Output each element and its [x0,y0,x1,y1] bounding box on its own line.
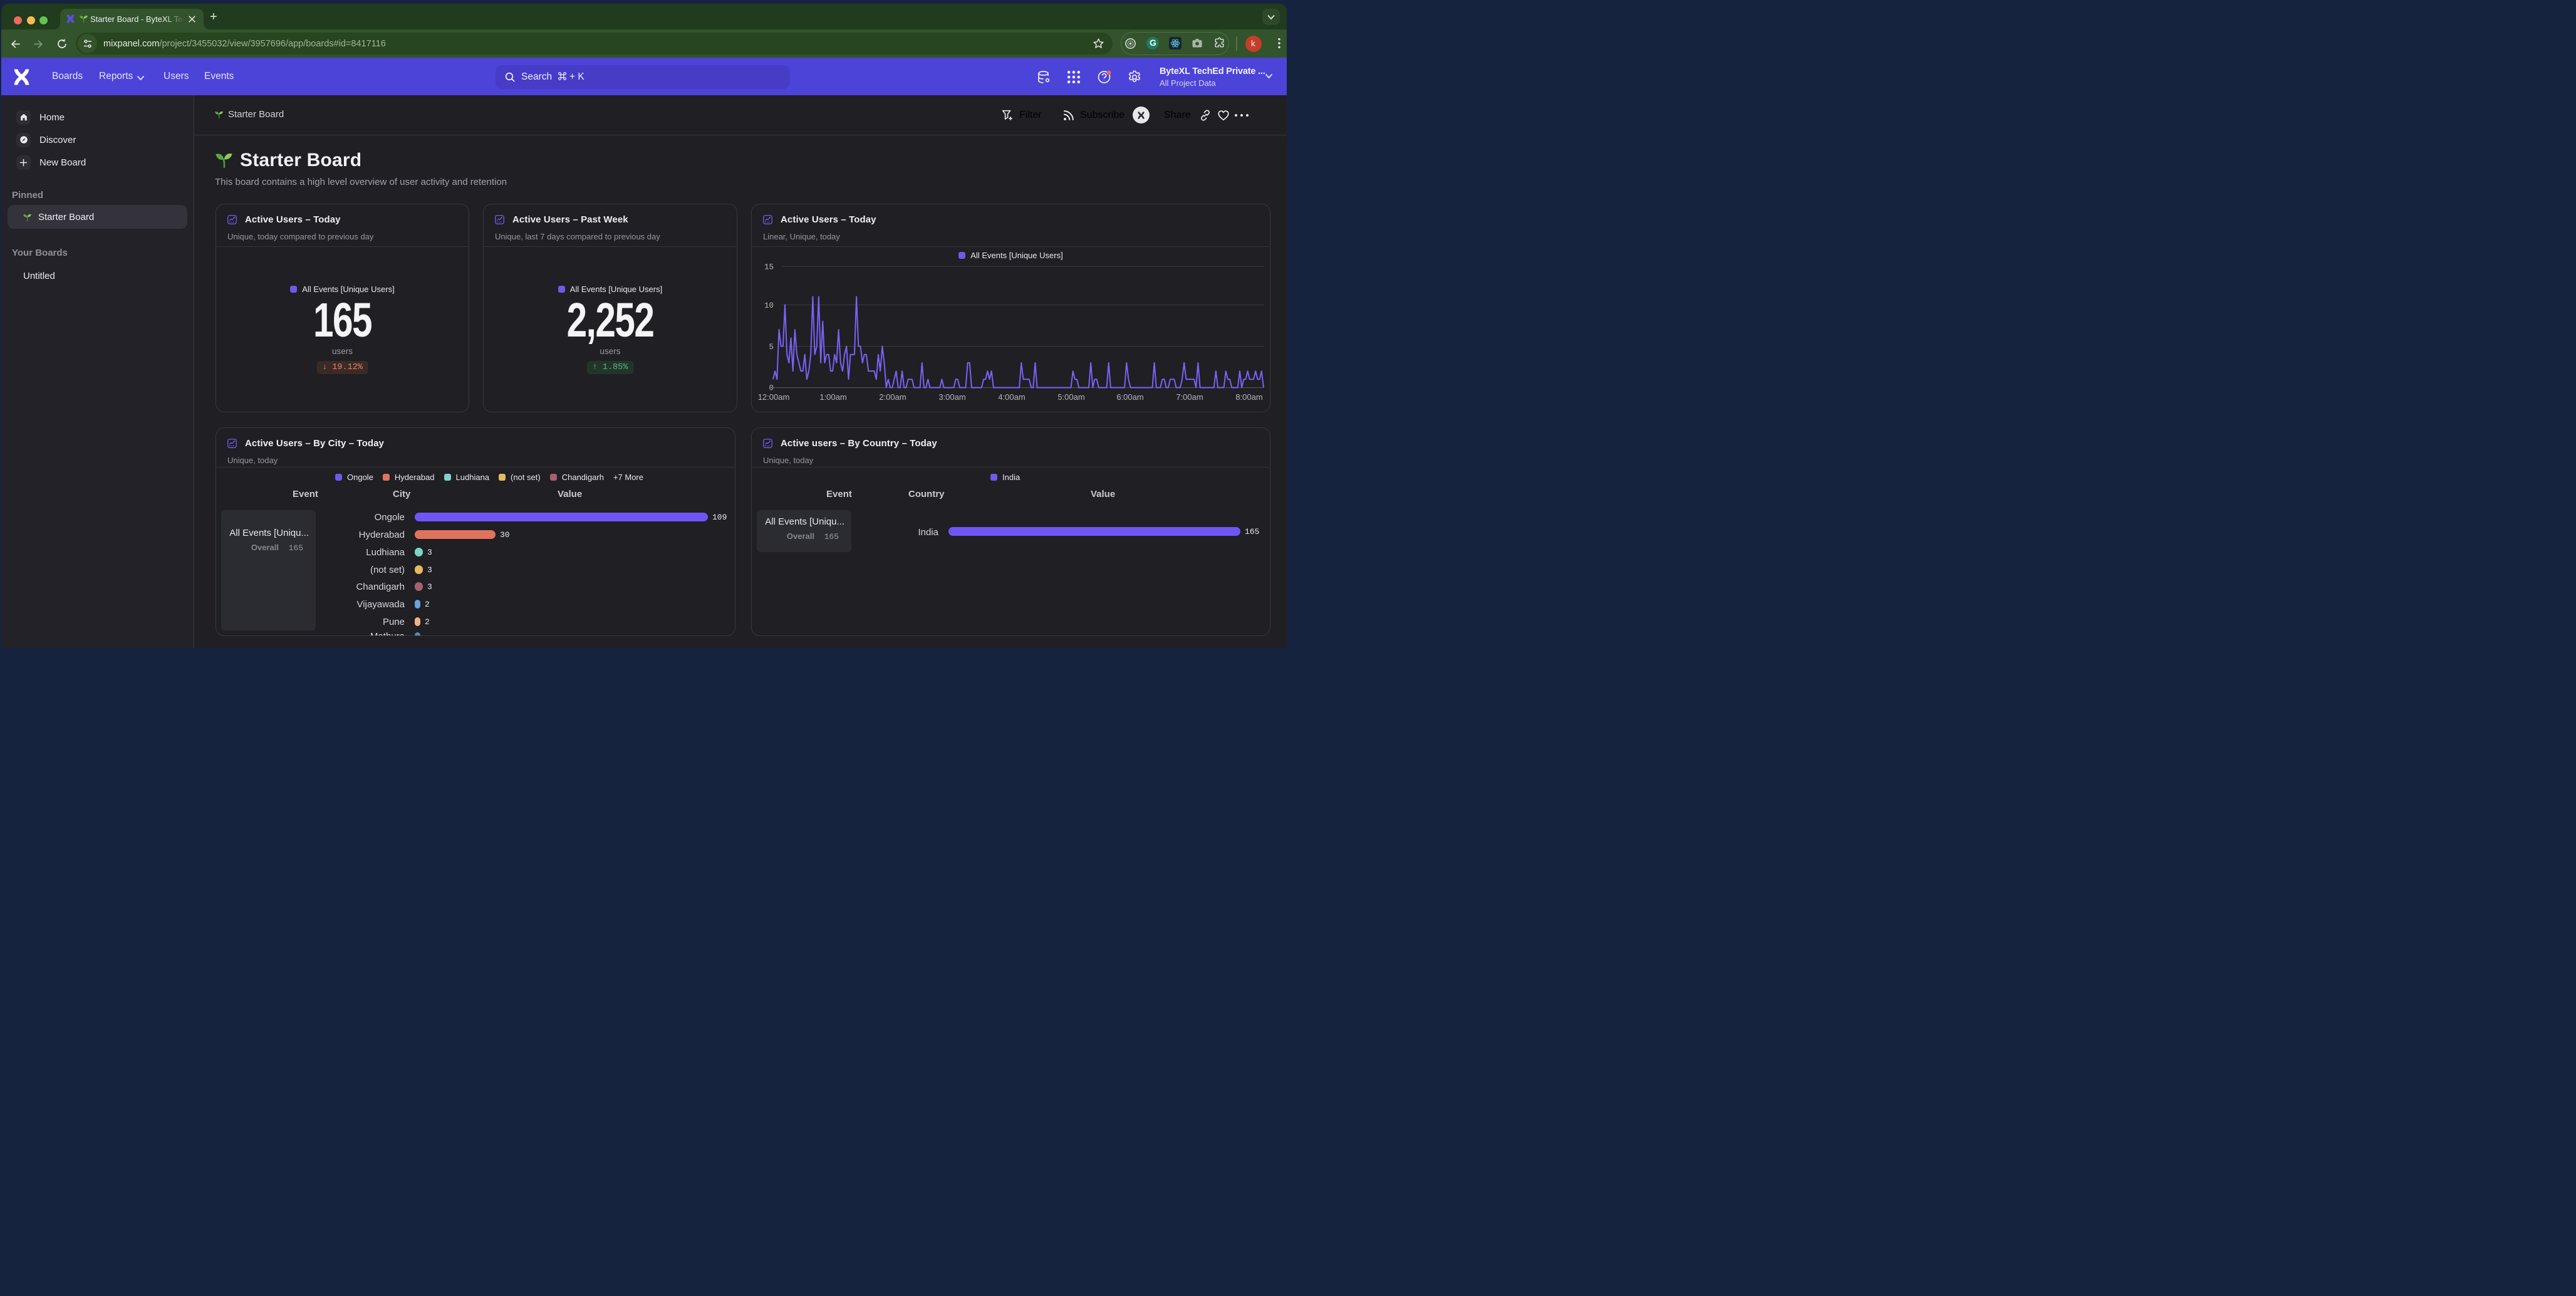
svg-text:3:00am: 3:00am [938,392,965,402]
svg-text:15: 15 [764,263,774,272]
svg-text:2:00am: 2:00am [879,392,906,402]
svg-text:5: 5 [769,343,774,352]
svg-text:7:00am: 7:00am [1176,392,1203,402]
svg-text:6:00am: 6:00am [1116,392,1143,402]
svg-text:5:00am: 5:00am [1057,392,1084,402]
svg-text:10: 10 [764,301,774,310]
svg-text:4:00am: 4:00am [998,392,1025,402]
svg-text:12:00am: 12:00am [758,392,790,402]
svg-text:1:00am: 1:00am [819,392,846,402]
svg-text:8:00am: 8:00am [1235,392,1262,402]
svg-text:0: 0 [769,384,774,393]
